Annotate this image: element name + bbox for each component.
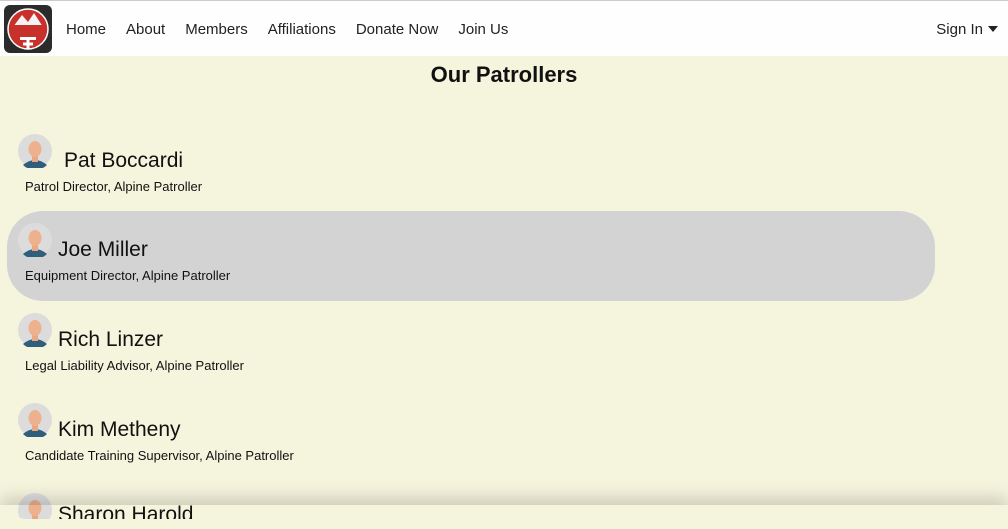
nav-join-us[interactable]: Join Us [458, 21, 508, 38]
navbar: Home About Members Affiliations Donate N… [0, 0, 1008, 56]
member-name: Pat Boccardi [64, 149, 184, 172]
avatar-icon [18, 313, 52, 347]
nav-home[interactable]: Home [66, 21, 106, 38]
avatar-icon [18, 223, 52, 257]
avatar-icon [18, 403, 52, 437]
member-card[interactable]: Kim Metheny Candidate Training Superviso… [7, 391, 935, 481]
member-role: Equipment Director, Alpine Patroller [25, 268, 231, 283]
member-card[interactable]: Pat Boccardi Patrol Director, Alpine Pat… [7, 122, 935, 212]
member-name: Rich Linzer [58, 328, 164, 351]
ski-patrol-logo-icon [7, 8, 49, 50]
member-role: Candidate Training Supervisor, Alpine Pa… [25, 448, 294, 463]
sign-in-dropdown[interactable]: Sign In [936, 1, 998, 57]
nav-affiliations[interactable]: Affiliations [268, 21, 336, 38]
nav-about[interactable]: About [126, 21, 165, 38]
nav-links: Home About Members Affiliations Donate N… [66, 1, 528, 57]
ski-patrol-logo[interactable] [4, 5, 52, 53]
avatar-icon [18, 134, 52, 168]
member-card[interactable]: Rich Linzer Legal Liability Advisor, Alp… [7, 301, 935, 391]
nav-donate-now[interactable]: Donate Now [356, 21, 439, 38]
sign-in-label: Sign In [936, 20, 983, 38]
caret-down-icon [988, 26, 998, 32]
page-title: Our Patrollers [430, 62, 578, 87]
nav-members[interactable]: Members [185, 21, 248, 38]
member-role: Patrol Director, Alpine Patroller [25, 179, 203, 194]
bottom-edge-shadow [0, 505, 1008, 529]
member-name: Joe Miller [58, 238, 148, 261]
member-role: Legal Liability Advisor, Alpine Patrolle… [25, 358, 244, 373]
member-card[interactable]: Joe Miller Equipment Director, Alpine Pa… [7, 211, 935, 301]
member-name: Kim Metheny [58, 418, 181, 441]
